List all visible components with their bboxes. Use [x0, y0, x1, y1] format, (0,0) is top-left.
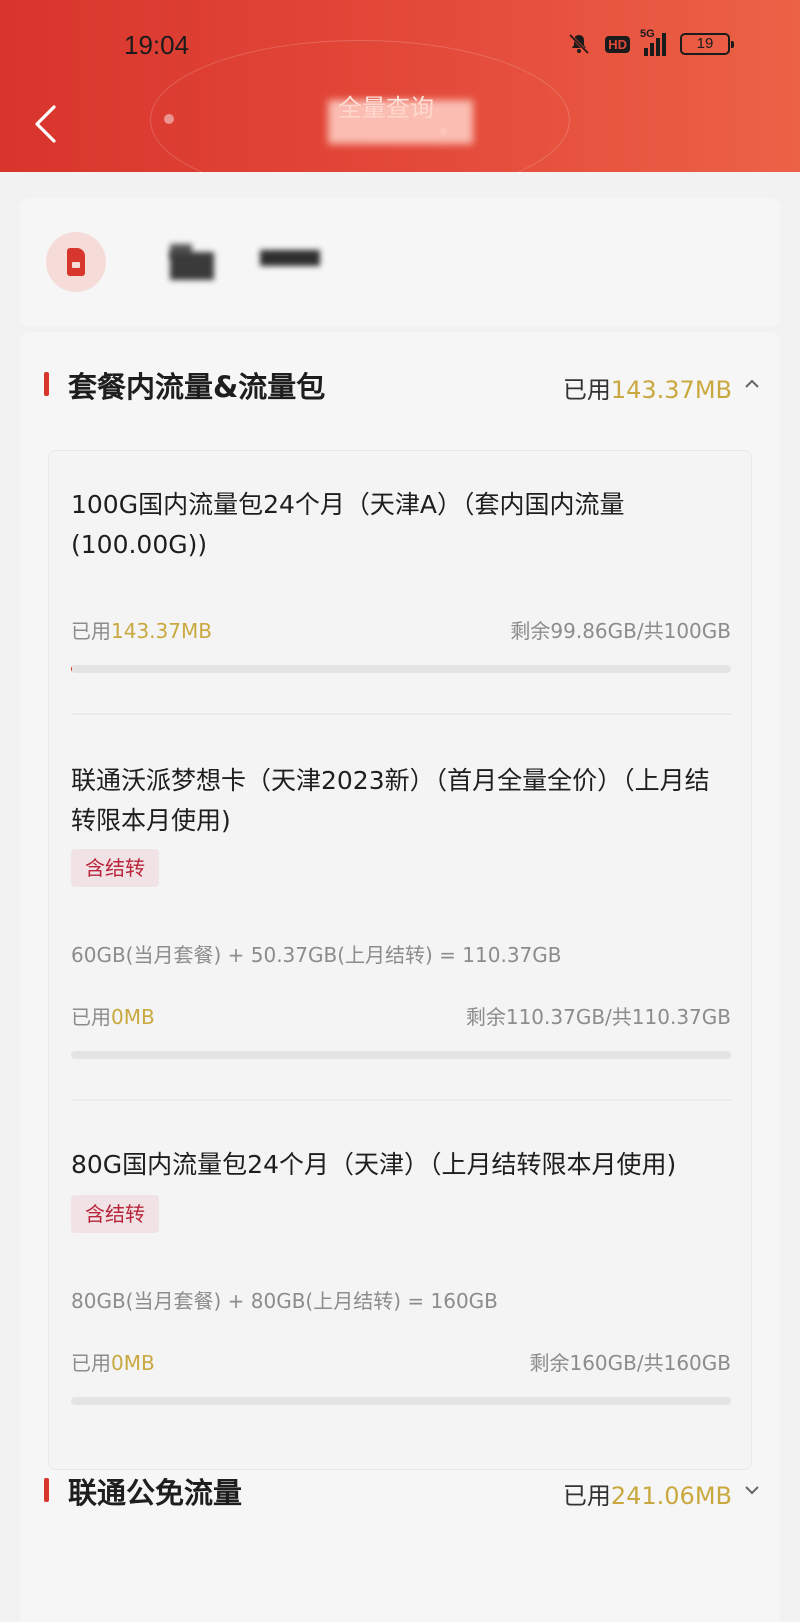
package-remaining: 剩余160GB/共160GB — [529, 1351, 731, 1375]
usage-progress-bar — [71, 1397, 731, 1405]
package-used: 已用0MB — [71, 1351, 155, 1375]
app-header: 19:04 HD 5G 19 全量查询 — [0, 0, 800, 172]
section-header-free[interactable]: 联通公免流量 已用241.06MB — [20, 1458, 780, 1518]
header-decoration-dot — [164, 114, 174, 124]
redacted-phone-number — [170, 252, 214, 280]
sim-card-icon — [46, 232, 106, 292]
usage-card: 套餐内流量&流量包 已用143.37MB 100G国内流量包24个月（天津A）（… — [20, 332, 780, 1622]
package-formula: 60GB(当月套餐) + 50.37GB(上月结转) = 110.37GB — [71, 943, 562, 967]
redacted-phone-number — [260, 250, 320, 266]
divider — [71, 1099, 731, 1101]
section-used: 已用241.06MB — [562, 1482, 732, 1510]
network-type: 5G — [640, 28, 655, 40]
package-name: 联通沃派梦想卡（天津2023新）（首月全量全价）（上月结转限本月使用) — [71, 766, 710, 835]
package-name: 100G国内流量包24个月（天津A）（套内国内流量(100.00G)) — [71, 490, 625, 559]
section-used: 已用143.37MB — [562, 376, 732, 404]
package-name: 80G国内流量包24个月（天津）（上月结转限本月使用) — [71, 1150, 677, 1179]
package-remaining: 剩余110.37GB/共110.37GB — [465, 1005, 731, 1029]
status-icons: HD 5G 19 — [567, 28, 734, 56]
back-arrow-icon[interactable] — [32, 104, 58, 144]
divider — [71, 713, 731, 715]
section-title: 套餐内流量&流量包 — [68, 370, 326, 404]
usage-progress-bar — [71, 1051, 731, 1059]
package-formula: 80GB(当月套餐) + 80GB(上月结转) = 160GB — [71, 1289, 498, 1313]
chevron-up-icon[interactable] — [744, 376, 760, 392]
package-list: 100G国内流量包24个月（天津A）（套内国内流量(100.00G)) 已用14… — [48, 450, 752, 1470]
chevron-down-icon[interactable] — [744, 1482, 760, 1498]
redacted-overlay — [328, 100, 473, 144]
package-remaining: 剩余99.86GB/共100GB — [510, 619, 731, 643]
account-card[interactable] — [20, 198, 780, 326]
battery-icon: 19 — [680, 33, 734, 55]
package-used: 已用143.37MB — [71, 619, 212, 643]
package-used: 已用0MB — [71, 1005, 155, 1029]
section-accent-bar — [44, 1478, 49, 1502]
section-accent-bar — [44, 372, 49, 396]
carryover-badge: 含结转 — [71, 849, 159, 887]
bell-muted-icon — [567, 32, 591, 56]
status-time: 19:04 — [124, 30, 190, 60]
section-title: 联通公免流量 — [68, 1476, 243, 1510]
hd-voice-icon: HD — [605, 35, 630, 53]
carryover-badge: 含结转 — [71, 1195, 159, 1233]
signal-icon: 5G — [640, 28, 666, 56]
usage-progress-bar — [71, 665, 731, 673]
section-header-package[interactable]: 套餐内流量&流量包 已用143.37MB — [20, 352, 780, 412]
